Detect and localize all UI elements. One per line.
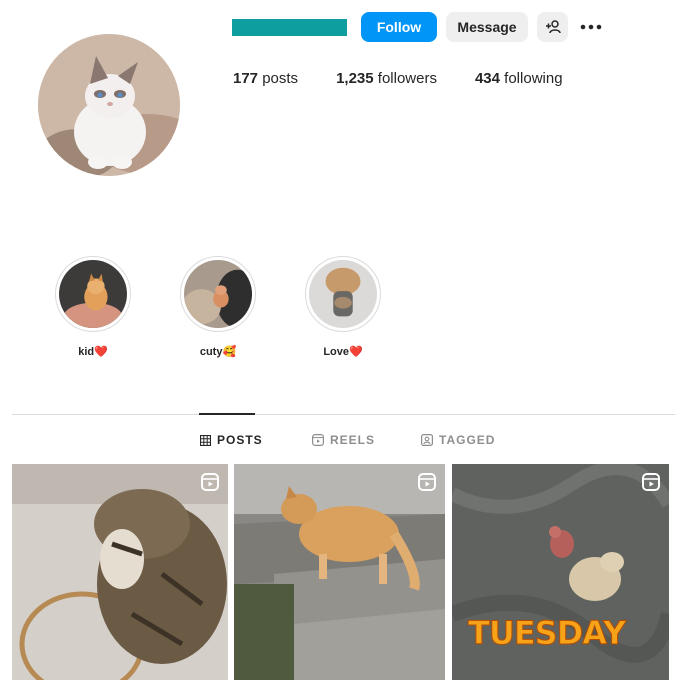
profile-stats: 177 posts 1,235 followers 434 following — [233, 70, 563, 87]
message-button[interactable]: Message — [446, 12, 528, 42]
highlight-ring — [180, 256, 256, 332]
highlight-label: cuty🥰 — [199, 346, 237, 358]
highlight-thumbnail — [184, 260, 252, 328]
highlight-ring — [55, 256, 131, 332]
reel-badge-icon — [418, 473, 436, 491]
grid-icon — [200, 434, 211, 446]
tab-tagged-label: TAGGED — [439, 433, 496, 447]
kitten-on-blanket-image — [184, 260, 252, 328]
tab-reels[interactable]: REELS — [312, 433, 375, 447]
tagged-icon — [421, 434, 433, 446]
tab-posts[interactable]: POSTS — [200, 433, 263, 447]
post-tile-1[interactable] — [12, 464, 228, 680]
post-overlay-text: TUESDAY — [467, 614, 626, 653]
highlight-label: kid❤️ — [78, 346, 108, 358]
cat-avatar-icon — [38, 34, 180, 176]
post-tile-2[interactable] — [234, 464, 445, 680]
highlight-ring — [305, 256, 381, 332]
reels-icon — [312, 434, 324, 446]
profile-avatar[interactable] — [38, 34, 180, 176]
highlight-love[interactable]: Love❤️ — [305, 256, 381, 358]
highlight-thumbnail — [59, 260, 127, 328]
followers-count: 1,235 — [336, 70, 374, 87]
tab-tagged[interactable]: TAGGED — [421, 433, 495, 447]
post-tile-3[interactable]: TUESDAY — [452, 464, 669, 680]
posts-count: 177 — [233, 70, 259, 87]
username-redacted — [232, 19, 347, 36]
reel-badge-icon — [201, 473, 219, 491]
orange-cat-on-stairs-image — [234, 464, 445, 680]
tab-reels-label: REELS — [330, 433, 376, 447]
add-person-icon — [545, 20, 561, 34]
highlight-kid[interactable]: kid❤️ — [55, 256, 131, 358]
tabs-divider — [12, 414, 675, 415]
suggest-accounts-button[interactable] — [537, 12, 568, 42]
highlight-label: Love❤️ — [323, 346, 363, 358]
highlight-thumbnail — [309, 260, 377, 328]
cat-figure-image — [309, 260, 377, 328]
following-count: 434 — [474, 70, 500, 87]
highlight-cuty[interactable]: cuty🥰 — [180, 256, 256, 358]
posts-stat: 177 posts — [233, 70, 298, 87]
tab-posts-label: POSTS — [217, 433, 263, 447]
following-label: following — [504, 70, 563, 87]
reel-badge-icon — [642, 473, 660, 491]
followers-label: followers — [377, 70, 437, 87]
follow-button[interactable]: Follow — [361, 12, 437, 42]
posts-label: posts — [262, 70, 299, 87]
more-horizontal-icon — [580, 24, 602, 30]
tabby-cat-playing-image — [12, 464, 228, 680]
kitten-in-hand-image — [59, 260, 127, 328]
following-stat[interactable]: 434 following — [475, 70, 563, 87]
followers-stat[interactable]: 1,235 followers — [336, 70, 437, 87]
more-options-button[interactable] — [577, 12, 605, 42]
active-tab-indicator — [199, 413, 255, 415]
